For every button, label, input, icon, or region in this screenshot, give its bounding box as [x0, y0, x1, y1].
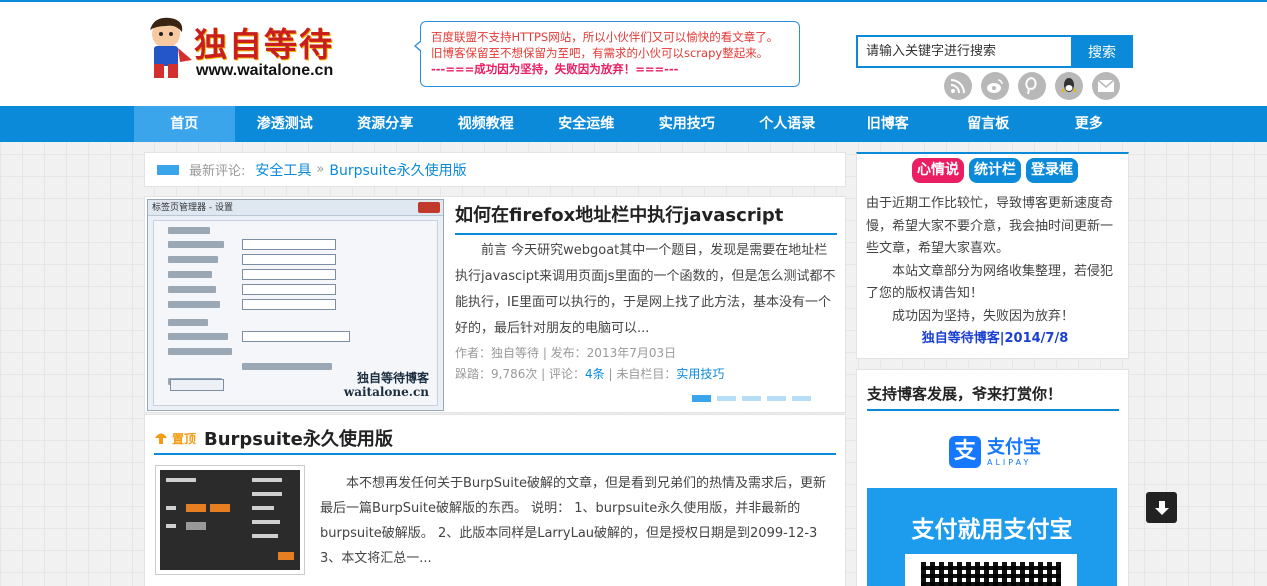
dialog-title: 标签页管理器 - 设置 [152, 203, 233, 213]
slide-comments-link[interactable]: 4条 [585, 367, 605, 381]
tab-mood[interactable]: 心情说 [912, 158, 964, 183]
sidebar-tabs: 心情说 统计栏 登录框 [912, 158, 1078, 183]
mood-paragraph-1: 由于近期工作比较忙，导致博客更新速度奇慢，希望大家不要介意，我会抽时间更新一些文… [866, 196, 1114, 256]
alipay-logo: 支 支付宝 ALIPAY [949, 436, 1041, 468]
weibo-icon[interactable] [981, 72, 1009, 100]
nav-item-ops[interactable]: 安全运维 [536, 106, 637, 142]
nav-item-more[interactable]: 更多 [1039, 106, 1140, 142]
post-title[interactable]: Burpsuite永久使用版 [204, 425, 393, 451]
slider-dot-3[interactable] [742, 396, 761, 401]
alipay-icon: 支 [949, 436, 981, 468]
mushroom-icon [155, 433, 167, 444]
notice-motto: ---===成功因为坚持，失败因为放弃！===--- [431, 62, 679, 76]
nav-item-guestbook[interactable]: 留言板 [938, 106, 1039, 142]
alipay-name: 支付宝 [987, 436, 1041, 458]
post-thumbnail[interactable] [155, 465, 305, 575]
slider-dot-1[interactable] [692, 395, 711, 402]
post-card: 置顶 Burpsuite永久使用版 本不想再发任何关于BurpSuite破解的文… [144, 414, 846, 586]
sidebar-info-widget: 心情说 统计栏 登录框 由于近期工作比较忙，导致博客更新速度奇慢，希望大家不要介… [856, 152, 1129, 359]
slide-title[interactable]: 如何在firefox地址栏中执行javascript [455, 203, 837, 235]
slider-dot-5[interactable] [792, 396, 811, 401]
donate-title: 支持博客发展，爷来打赏你！ [867, 378, 1119, 411]
qq-icon[interactable] [1055, 72, 1083, 100]
recent-label: 最新评论: [189, 164, 246, 179]
main-nav: 首页 渗透测试 资源分享 视频教程 安全运维 实用技巧 个人语录 旧博客 留言板… [0, 106, 1267, 142]
slide-category-link[interactable]: 实用技巧 [676, 367, 724, 381]
slider-pagination [692, 395, 811, 402]
nav-item-quotes[interactable]: 个人语录 [737, 106, 838, 142]
notice-line-2: 旧博客保留至不想保留为至吧，有需求的小伙可以scrapy整起来。 [431, 46, 769, 60]
alipay-header: 支 支付宝 ALIPAY [867, 420, 1117, 488]
mood-paragraph-3: 成功因为坚持，失败因为放弃！ [892, 308, 1075, 324]
dialog-title-bar: 标签页管理器 - 设置 [148, 200, 443, 216]
post-header: 置顶 Burpsuite永久使用版 [154, 423, 836, 455]
thumb-watermark: 独自等待博客 waitalone.cn [343, 371, 429, 399]
nav-item-old-blog[interactable]: 旧博客 [838, 106, 939, 142]
recent-bar-icon [157, 164, 179, 175]
alipay-qr-panel: 支付就用支付宝 [867, 488, 1117, 586]
recent-comments-bar: 最新评论: 安全工具 » Burpsuite永久使用版 [144, 152, 846, 187]
slide-meta: 作者：独自等待 | 发布：2013年7月03日 跺踏：9,786次 | 评论：4… [455, 343, 724, 385]
mail-icon[interactable] [1092, 72, 1120, 100]
pinned-badge: 置顶 [172, 431, 197, 446]
slider-dot-2[interactable] [717, 396, 736, 401]
logo-url: www.waitalone.cn [196, 62, 334, 79]
search-button[interactable]: 搜索 [1071, 35, 1133, 68]
search-form: 搜索 [856, 35, 1133, 68]
slide-meta-author: 作者：独自等待 | 发布：2013年7月03日 [455, 346, 677, 360]
breadcrumb-separator: » [316, 162, 325, 177]
qr-code [905, 554, 1077, 586]
search-input[interactable] [856, 35, 1071, 68]
recent-category-link[interactable]: 安全工具 [255, 160, 311, 180]
site-header: 独自等待 www.waitalone.cn 百度联盟不支持HTTPS网站，所以小… [0, 2, 1267, 106]
mood-paragraph-2: 本站文章部分为网络收集整理，若侵犯了您的版权请告知！ [866, 263, 1114, 302]
alipay-slogan: 支付就用支付宝 [911, 517, 1073, 543]
logo-character-icon [150, 17, 192, 78]
rss-icon[interactable] [944, 72, 972, 100]
tab-login[interactable]: 登录框 [1026, 158, 1078, 183]
dialog-body: 独自等待博客 waitalone.cn [153, 220, 438, 406]
social-links [944, 72, 1120, 100]
recent-post-link[interactable]: Burpsuite永久使用版 [329, 160, 466, 180]
notice-line-1: 百度联盟不支持HTTPS网站，所以小伙伴们又可以愉快的看文章了。 [431, 30, 779, 44]
notice-bubble: 百度联盟不支持HTTPS网站，所以小伙伴们又可以愉快的看文章了。 旧博客保留至不… [414, 21, 800, 87]
arrow-down-icon [1154, 500, 1169, 515]
logo-title: 独自等待 [194, 25, 334, 64]
site-logo[interactable]: 独自等待 www.waitalone.cn [140, 14, 350, 84]
close-icon [418, 202, 440, 213]
mood-text: 由于近期工作比较忙，导致博客更新速度奇慢，希望大家不要介意，我会抽时间更新一些文… [866, 193, 1124, 351]
pinterest-icon[interactable] [1018, 72, 1046, 100]
slider-dot-4[interactable] [767, 396, 786, 401]
post-excerpt: 本不想再发任何关于BurpSuite破解的文章，但是看到兄弟们的热情及需求后，更… [320, 476, 826, 566]
slide-meta-from: | 未自栏目： [604, 367, 677, 381]
nav-item-resources[interactable]: 资源分享 [335, 106, 436, 142]
slide-meta-views: 跺踏：9,786次 | 评论： [455, 367, 586, 381]
alipay-en: ALIPAY [987, 457, 1032, 467]
mood-signature: 独自等待博客|2014/7/8 [921, 331, 1069, 346]
slide-thumbnail[interactable]: 标签页管理器 - 设置 独自等待博客 waitalone.cn [147, 199, 444, 411]
nav-item-tips[interactable]: 实用技巧 [637, 106, 738, 142]
tab-stats[interactable]: 统计栏 [969, 158, 1021, 183]
nav-item-video[interactable]: 视频教程 [436, 106, 537, 142]
sidebar-donate-widget: 支持博客发展，爷来打赏你！ 支 支付宝 ALIPAY 支付就用支付宝 [856, 369, 1129, 586]
slide-excerpt: 前言 今天研究webgoat其中一个题目，发现是需要在地址栏执行javascip… [455, 243, 836, 336]
featured-slider: 标签页管理器 - 设置 独自等待博客 waitalone.cn 如何在firef… [144, 196, 846, 413]
nav-item-pentest[interactable]: 渗透测试 [235, 106, 336, 142]
nav-item-home[interactable]: 首页 [134, 106, 235, 142]
scroll-down-button[interactable] [1146, 492, 1177, 523]
